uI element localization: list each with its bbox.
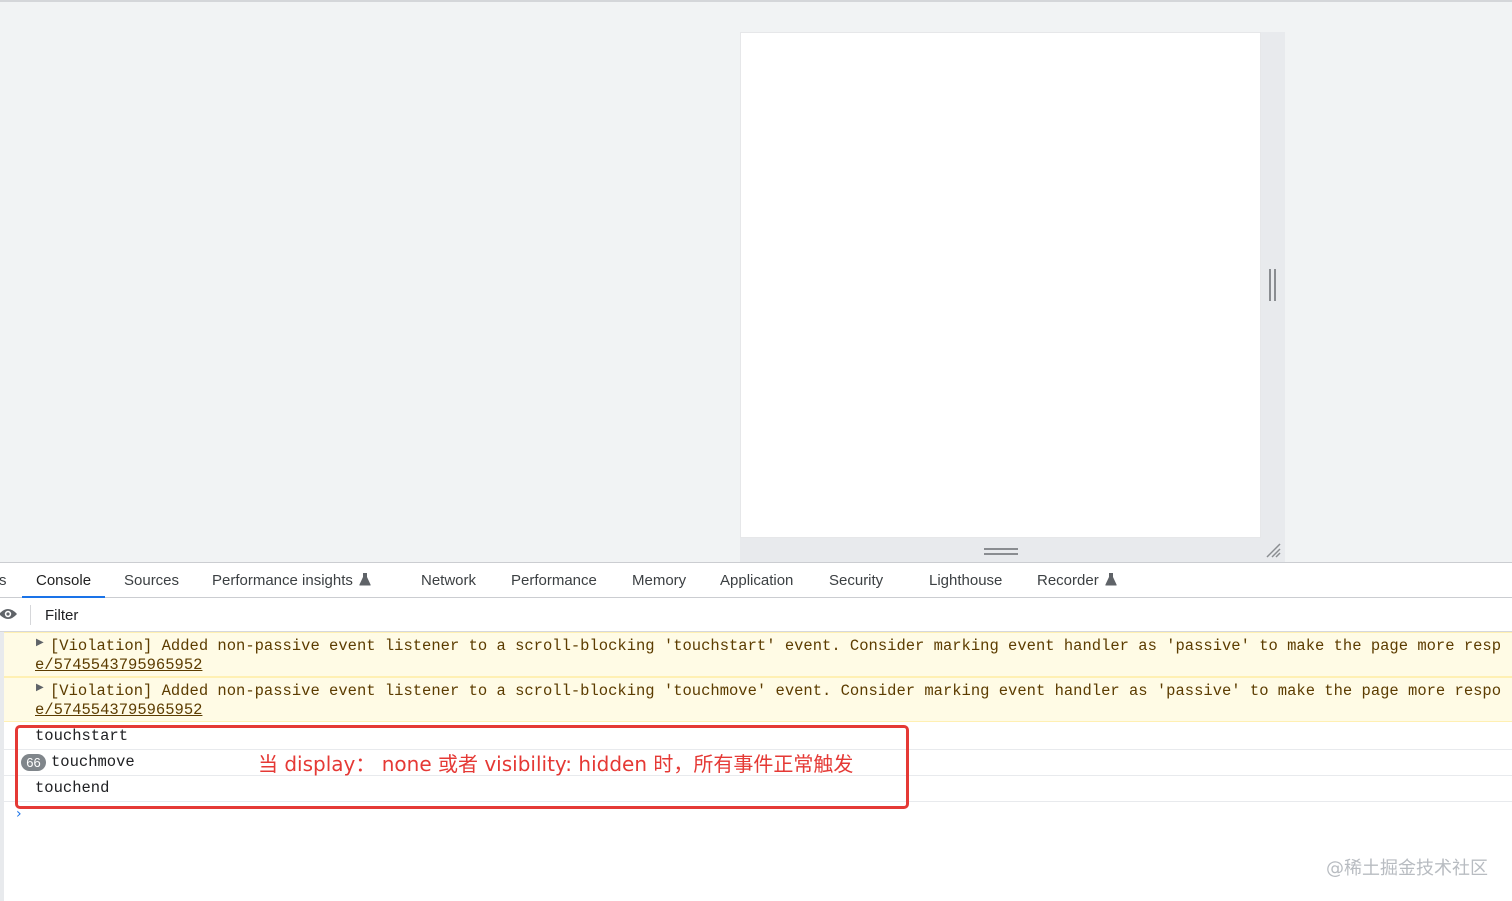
tab-console[interactable]: Console — [21, 563, 106, 598]
tab-application[interactable]: Application — [720, 563, 793, 597]
grip-icon — [1274, 269, 1276, 301]
resize-handle-right[interactable] — [1261, 32, 1285, 538]
resize-corner-handle[interactable] — [1261, 538, 1285, 562]
device-frame — [740, 32, 1261, 538]
tab-memory[interactable]: Memory — [632, 563, 686, 597]
source-link[interactable]: e/5745543795965952 — [35, 701, 202, 719]
tab-label: Performance insights — [212, 572, 353, 589]
resize-corner-icon — [1266, 543, 1281, 558]
eye-icon[interactable] — [0, 607, 18, 621]
watermark: @稀土掘金技术社区 — [1326, 858, 1488, 879]
violation-message: ▶ [Violation] Added non-passive event li… — [4, 677, 1512, 722]
tab-performance[interactable]: Performance — [511, 563, 597, 597]
tab-security[interactable]: Security — [829, 563, 883, 597]
separator — [30, 605, 31, 625]
grip-icon — [984, 553, 1018, 555]
resize-handle-bottom[interactable] — [740, 538, 1261, 562]
filter-input[interactable] — [36, 602, 1512, 628]
violation-text: [Violation] Added non-passive event list… — [50, 682, 1502, 700]
flask-icon — [1105, 573, 1117, 586]
tab-performance-insights[interactable]: Performance insights — [212, 563, 371, 597]
annotation-text: 当 display： none 或者 visibility: hidden 时，… — [258, 752, 854, 776]
expand-triangle-icon[interactable]: ▶ — [36, 637, 44, 648]
grip-icon — [984, 548, 1018, 550]
devtools-tabbar: s Console Sources Performance insights N… — [0, 562, 1512, 598]
tab-network[interactable]: Network — [421, 563, 476, 597]
devtools-screenshot: s Console Sources Performance insights N… — [0, 0, 1512, 901]
device-viewport-area — [0, 2, 1512, 562]
tab-lighthouse[interactable]: Lighthouse — [929, 563, 1002, 597]
grip-icon — [1269, 269, 1271, 301]
source-link[interactable]: e/5745543795965952 — [35, 656, 202, 674]
tab-label: Recorder — [1037, 572, 1099, 589]
tab-recorder[interactable]: Recorder — [1037, 563, 1117, 597]
tab-elements-truncated[interactable]: s — [0, 563, 7, 597]
violation-text: [Violation] Added non-passive event list… — [50, 637, 1502, 655]
expand-triangle-icon[interactable]: ▶ — [36, 682, 44, 693]
tab-sources[interactable]: Sources — [124, 563, 179, 597]
flask-icon — [359, 573, 371, 586]
console-filter-bar — [0, 598, 1512, 632]
violation-message: ▶ [Violation] Added non-passive event li… — [4, 632, 1512, 677]
